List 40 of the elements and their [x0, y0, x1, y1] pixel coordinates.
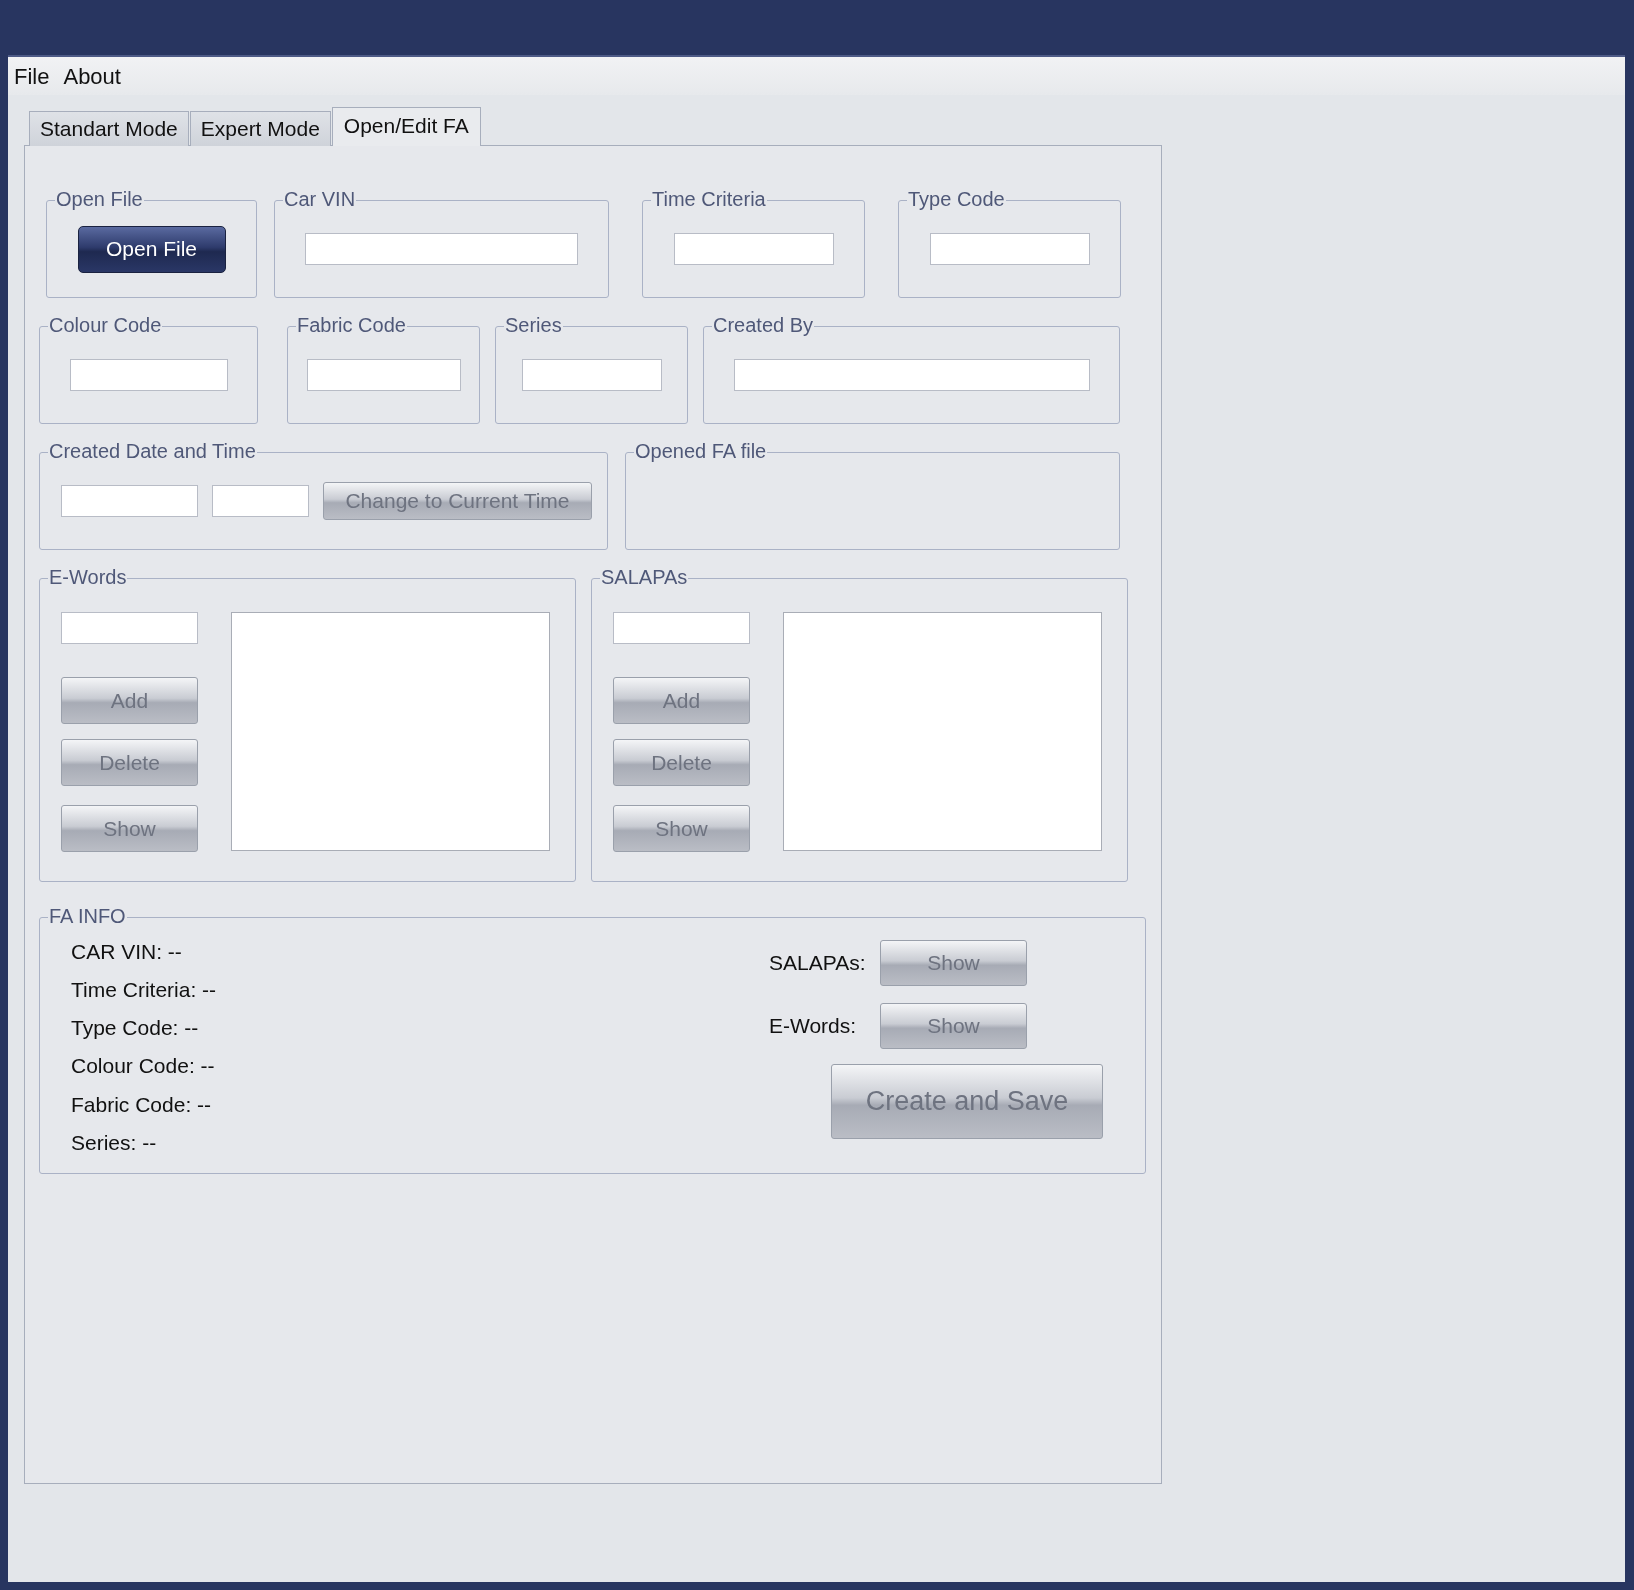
- input-field[interactable]: [61, 612, 198, 644]
- list-box[interactable]: [231, 612, 550, 851]
- group-label: Time Criteria: [651, 189, 767, 209]
- field-label: SALAPAs:: [769, 950, 867, 976]
- input-field[interactable]: [69, 359, 228, 391]
- group-label: Colour Code: [48, 315, 163, 335]
- group-label: Car VIN: [283, 189, 357, 209]
- info-line: CAR VIN: --: [71, 940, 182, 965]
- input-field[interactable]: [212, 485, 309, 517]
- group-label: Fabric Code: [296, 315, 407, 335]
- info-line: Colour Code: --: [71, 1054, 215, 1079]
- group-label: E-Words: [48, 567, 128, 587]
- info-line: Fabric Code: --: [71, 1092, 212, 1117]
- group-label: SALAPAs: [600, 567, 689, 587]
- field-label: E-Words:: [769, 1013, 858, 1039]
- input-field[interactable]: [929, 233, 1090, 265]
- input-field[interactable]: [305, 233, 578, 265]
- group-label: Series: [504, 315, 563, 335]
- info-line: Type Code: --: [71, 1016, 199, 1041]
- group-label: FA INFO: [48, 906, 127, 926]
- info-line: Time Criteria: --: [71, 978, 217, 1003]
- tab[interactable]: Standart Mode: [29, 111, 189, 146]
- input-field[interactable]: [306, 359, 461, 391]
- group-label: Open File: [55, 189, 144, 209]
- group-label: Created Date and Time: [48, 441, 257, 461]
- tab[interactable]: Open/Edit FA: [331, 107, 481, 146]
- input-field[interactable]: [733, 359, 1090, 391]
- input-field[interactable]: [613, 612, 750, 644]
- button[interactable]: Open File: [77, 225, 226, 273]
- group-label: Created By: [712, 315, 815, 335]
- input-field[interactable]: [673, 233, 834, 265]
- info-line: Series: --: [71, 1130, 157, 1155]
- list-box[interactable]: [783, 612, 1102, 851]
- menu-item[interactable]: File: [14, 59, 50, 93]
- tab[interactable]: Expert Mode: [189, 111, 331, 146]
- menu-item[interactable]: About: [63, 59, 121, 93]
- group-label: Type Code: [907, 189, 1006, 209]
- input-field[interactable]: [521, 359, 662, 391]
- group-label: Opened FA file: [634, 441, 768, 461]
- input-field[interactable]: [61, 485, 198, 517]
